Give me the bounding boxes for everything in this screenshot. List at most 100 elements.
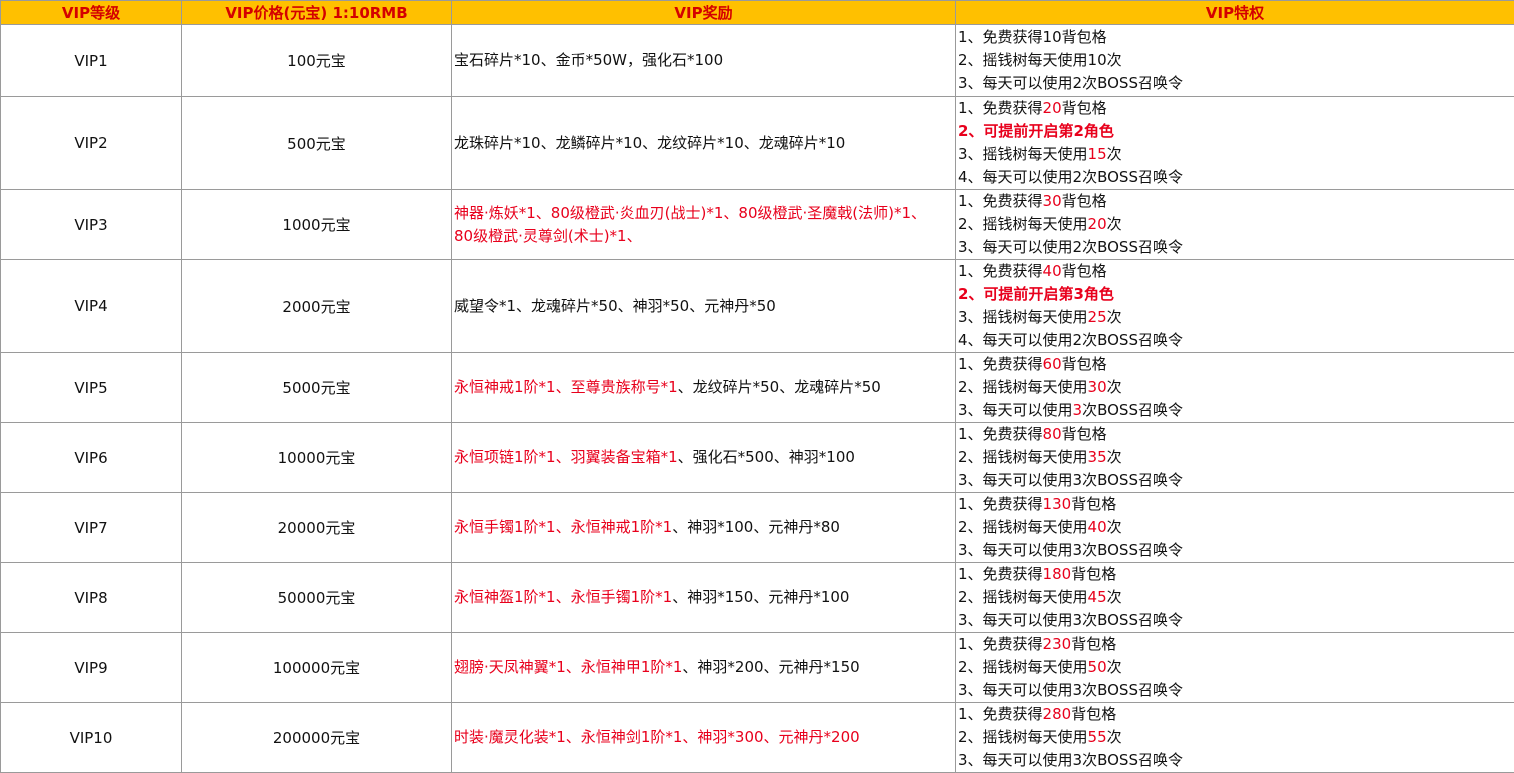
- privileges-text: 2、可提前开启第3角色: [958, 285, 1114, 303]
- vip-level-cell: VIP8: [1, 563, 182, 633]
- privileges-text: 3、每天可以使用2次BOSS召唤令: [958, 238, 1183, 256]
- privileges-text: 1、免费获得: [958, 99, 1043, 117]
- vip-privilege-cell: 1、免费获得230背包格2、摇钱树每天使用50次3、每天可以使用3次BOSS召唤…: [956, 633, 1514, 703]
- vip-price-cell: 5000元宝: [182, 353, 452, 423]
- privileges-line: 3、摇钱树每天使用25次: [958, 306, 1514, 329]
- table-row: VIP720000元宝永恒手镯1阶*1、永恒神戒1阶*1、神羽*100、元神丹*…: [1, 493, 1514, 563]
- vip-reward-cell: 永恒手镯1阶*1、永恒神戒1阶*1、神羽*100、元神丹*80: [452, 493, 956, 563]
- privileges-text: 50: [1088, 658, 1107, 676]
- privileges-text: 4、每天可以使用2次BOSS召唤令: [958, 168, 1183, 186]
- header-vip-level: VIP等级: [1, 1, 182, 25]
- reward-line: 时装·魔灵化装*1、永恒神剑1阶*1、神羽*300、元神丹*200: [454, 726, 955, 749]
- privileges-line: 1、免费获得20背包格: [958, 97, 1514, 120]
- vip-privilege-cell: 1、免费获得30背包格2、摇钱树每天使用20次3、每天可以使用2次BOSS召唤令: [956, 190, 1514, 260]
- privileges-text: 1、免费获得: [958, 635, 1043, 653]
- table-row: VIP1100元宝宝石碎片*10、金币*50W，强化石*1001、免费获得10背…: [1, 25, 1514, 97]
- privileges-line: 2、摇钱树每天使用30次: [958, 376, 1514, 399]
- privileges-text: 40: [1088, 518, 1107, 536]
- vip-reward-cell: 永恒项链1阶*1、羽翼装备宝箱*1、强化石*500、神羽*100: [452, 423, 956, 493]
- privileges-text: 3、每天可以使用3次BOSS召唤令: [958, 471, 1183, 489]
- table-row: VIP2500元宝龙珠碎片*10、龙鳞碎片*10、龙纹碎片*10、龙魂碎片*10…: [1, 97, 1514, 190]
- vip-privilege-cell: 1、免费获得20背包格2、可提前开启第2角色3、摇钱树每天使用15次4、每天可以…: [956, 97, 1514, 190]
- privileges-text: 背包格: [1062, 99, 1107, 117]
- privileges-text: 3、每天可以使用3次BOSS召唤令: [958, 541, 1183, 559]
- vip-level-cell: VIP5: [1, 353, 182, 423]
- vip-price-cell: 1000元宝: [182, 190, 452, 260]
- privileges-text: 1、免费获得: [958, 262, 1043, 280]
- privileges-line: 2、摇钱树每天使用35次: [958, 446, 1514, 469]
- privileges-line: 1、免费获得280背包格: [958, 703, 1514, 726]
- privileges-text: 1、免费获得: [958, 705, 1043, 723]
- privileges-line: 3、每天可以使用3次BOSS召唤令: [958, 399, 1514, 422]
- reward-text: 翅膀·天凤神翼*1、永恒神甲1阶*1: [454, 658, 682, 676]
- privileges-text: 2、摇钱树每天使用: [958, 378, 1088, 396]
- vip-level-cell: VIP4: [1, 260, 182, 353]
- privileges-line: 1、免费获得60背包格: [958, 353, 1514, 376]
- privileges-text: 45: [1088, 588, 1107, 606]
- reward-line: 神器·炼妖*1、80级橙武·炎血刃(战士)*1、80级橙武·圣魔戟(法师)*1、: [454, 202, 955, 225]
- privileges-line: 2、摇钱树每天使用50次: [958, 656, 1514, 679]
- privileges-line: 3、每天可以使用3次BOSS召唤令: [958, 469, 1514, 492]
- vip-level-cell: VIP2: [1, 97, 182, 190]
- reward-line: 宝石碎片*10、金币*50W，强化石*100: [454, 49, 955, 72]
- vip-price-cell: 200000元宝: [182, 703, 452, 773]
- vip-price-cell: 100元宝: [182, 25, 452, 97]
- privileges-text: 4、每天可以使用2次BOSS召唤令: [958, 331, 1183, 349]
- privileges-text: 25: [1088, 308, 1107, 326]
- privileges-text: 1、免费获得10背包格: [958, 28, 1107, 46]
- privileges-text: 1、免费获得: [958, 495, 1043, 513]
- privileges-text: 60: [1043, 355, 1062, 373]
- privileges-line: 3、摇钱树每天使用15次: [958, 143, 1514, 166]
- vip-reward-cell: 神器·炼妖*1、80级橙武·炎血刃(战士)*1、80级橙武·圣魔戟(法师)*1、…: [452, 190, 956, 260]
- table-body: VIP1100元宝宝石碎片*10、金币*50W，强化石*1001、免费获得10背…: [1, 25, 1514, 773]
- privileges-text: 次: [1107, 378, 1122, 396]
- privileges-text: 次: [1107, 145, 1122, 163]
- privileges-text: 30: [1043, 192, 1062, 210]
- reward-text: 、强化石*500、神羽*100: [678, 448, 855, 466]
- privileges-text: 2、摇钱树每天使用: [958, 588, 1088, 606]
- privileges-text: 次: [1107, 728, 1122, 746]
- table-row: VIP10200000元宝时装·魔灵化装*1、永恒神剑1阶*1、神羽*300、元…: [1, 703, 1514, 773]
- reward-text: 威望令*1、龙魂碎片*50、神羽*50、元神丹*50: [454, 297, 776, 315]
- privileges-text: 130: [1043, 495, 1072, 513]
- privileges-text: 背包格: [1071, 565, 1116, 583]
- privileges-text: 次: [1107, 448, 1122, 466]
- reward-text: 、神羽*100、元神丹*80: [672, 518, 840, 536]
- vip-reward-cell: 龙珠碎片*10、龙鳞碎片*10、龙纹碎片*10、龙魂碎片*10: [452, 97, 956, 190]
- privileges-line: 1、免费获得40背包格: [958, 260, 1514, 283]
- reward-text: 时装·魔灵化装*1、永恒神剑1阶*1、神羽*300、元神丹*200: [454, 728, 860, 746]
- privileges-line: 1、免费获得180背包格: [958, 563, 1514, 586]
- table-row: VIP850000元宝永恒神盔1阶*1、永恒手镯1阶*1、神羽*150、元神丹*…: [1, 563, 1514, 633]
- table-row: VIP42000元宝威望令*1、龙魂碎片*50、神羽*50、元神丹*501、免费…: [1, 260, 1514, 353]
- privileges-line: 2、摇钱树每天使用10次: [958, 49, 1514, 72]
- privileges-text: 2、摇钱树每天使用: [958, 518, 1088, 536]
- reward-text: 龙珠碎片*10、龙鳞碎片*10、龙纹碎片*10、龙魂碎片*10: [454, 134, 845, 152]
- privileges-text: 2、摇钱树每天使用: [958, 728, 1088, 746]
- privileges-text: 次: [1107, 658, 1122, 676]
- reward-text: 、龙纹碎片*50、龙魂碎片*50: [678, 378, 881, 396]
- table-row: VIP9100000元宝翅膀·天凤神翼*1、永恒神甲1阶*1、神羽*200、元神…: [1, 633, 1514, 703]
- privileges-text: 3、每天可以使用3次BOSS召唤令: [958, 611, 1183, 629]
- privileges-line: 2、摇钱树每天使用20次: [958, 213, 1514, 236]
- reward-text: 80级橙武·灵尊剑(术士)*1、: [454, 227, 642, 245]
- privileges-text: 3、每天可以使用3次BOSS召唤令: [958, 751, 1183, 769]
- table-row: VIP610000元宝永恒项链1阶*1、羽翼装备宝箱*1、强化石*500、神羽*…: [1, 423, 1514, 493]
- privileges-line: 3、每天可以使用3次BOSS召唤令: [958, 679, 1514, 702]
- privileges-text: 背包格: [1062, 355, 1107, 373]
- privileges-text: 230: [1043, 635, 1072, 653]
- reward-text: 、神羽*200、元神丹*150: [682, 658, 859, 676]
- privileges-text: 20: [1088, 215, 1107, 233]
- reward-text: 永恒神戒1阶*1、至尊贵族称号*1: [454, 378, 678, 396]
- vip-level-cell: VIP10: [1, 703, 182, 773]
- table-row: VIP31000元宝神器·炼妖*1、80级橙武·炎血刃(战士)*1、80级橙武·…: [1, 190, 1514, 260]
- vip-price-cell: 20000元宝: [182, 493, 452, 563]
- header-vip-reward: VIP奖励: [452, 1, 956, 25]
- privileges-text: 次: [1107, 215, 1122, 233]
- privileges-text: 80: [1043, 425, 1062, 443]
- privileges-text: 3、每天可以使用: [958, 401, 1073, 419]
- vip-price-cell: 100000元宝: [182, 633, 452, 703]
- privileges-text: 280: [1043, 705, 1072, 723]
- vip-reward-cell: 威望令*1、龙魂碎片*50、神羽*50、元神丹*50: [452, 260, 956, 353]
- reward-line: 永恒神戒1阶*1、至尊贵族称号*1、龙纹碎片*50、龙魂碎片*50: [454, 376, 955, 399]
- privileges-text: 20: [1043, 99, 1062, 117]
